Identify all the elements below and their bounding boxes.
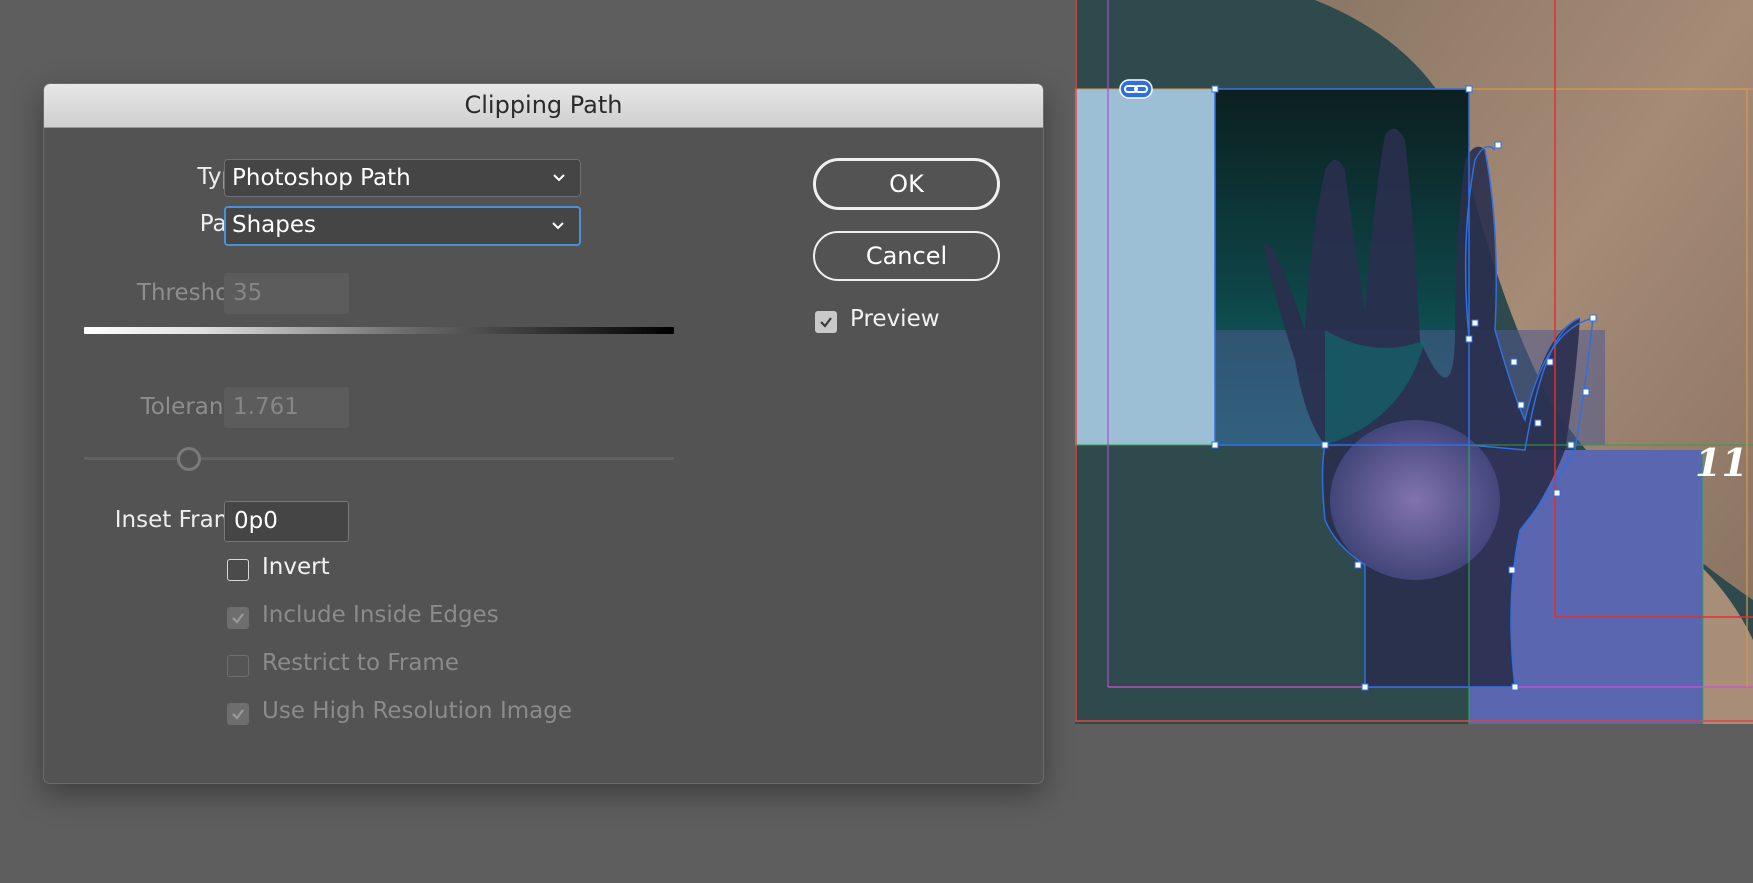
inset-frame-input[interactable]: 0p0 — [224, 501, 349, 542]
dialog-title: Clipping Path — [44, 84, 1043, 128]
canvas-artwork — [1075, 0, 1753, 724]
ok-button[interactable]: OK — [813, 158, 1000, 210]
restrict-to-frame-checkbox — [227, 655, 249, 677]
use-high-resolution-label: Use High Resolution Image — [262, 698, 572, 724]
restrict-to-frame-label: Restrict to Frame — [262, 650, 459, 676]
checkmark-icon — [820, 317, 832, 328]
tolerance-field: 1.761 — [224, 387, 349, 428]
type-select-value: Photoshop Path — [232, 165, 411, 191]
invert-checkbox[interactable] — [227, 559, 249, 581]
checkmark-icon — [232, 709, 244, 720]
cancel-button[interactable]: Cancel — [813, 231, 1000, 281]
clipping-path-dialog: Clipping Path Type: Photoshop Path Path:… — [43, 83, 1044, 784]
frame-light-blue — [1075, 89, 1215, 445]
use-high-resolution-checkbox — [227, 703, 249, 725]
link-icon[interactable] — [1119, 79, 1153, 99]
tolerance-slider-track — [84, 457, 674, 460]
chevron-down-icon — [552, 222, 564, 230]
type-select[interactable]: Photoshop Path — [224, 159, 581, 197]
path-select-value: Shapes — [232, 212, 317, 238]
include-inside-edges-checkbox — [227, 607, 249, 629]
threshold-field: 35 — [224, 273, 349, 314]
path-select[interactable]: Shapes — [224, 206, 581, 246]
document-canvas[interactable]: 11 — [1075, 0, 1753, 724]
checkmark-icon — [232, 613, 244, 624]
preview-checkbox[interactable] — [815, 311, 837, 333]
tolerance-slider-thumb — [177, 447, 201, 471]
include-inside-edges-label: Include Inside Edges — [262, 602, 499, 628]
chevron-down-icon — [553, 174, 565, 182]
threshold-slider — [84, 327, 674, 334]
page-number-text: 11 — [1695, 440, 1748, 485]
invert-label[interactable]: Invert — [262, 554, 330, 580]
preview-label[interactable]: Preview — [850, 306, 940, 332]
